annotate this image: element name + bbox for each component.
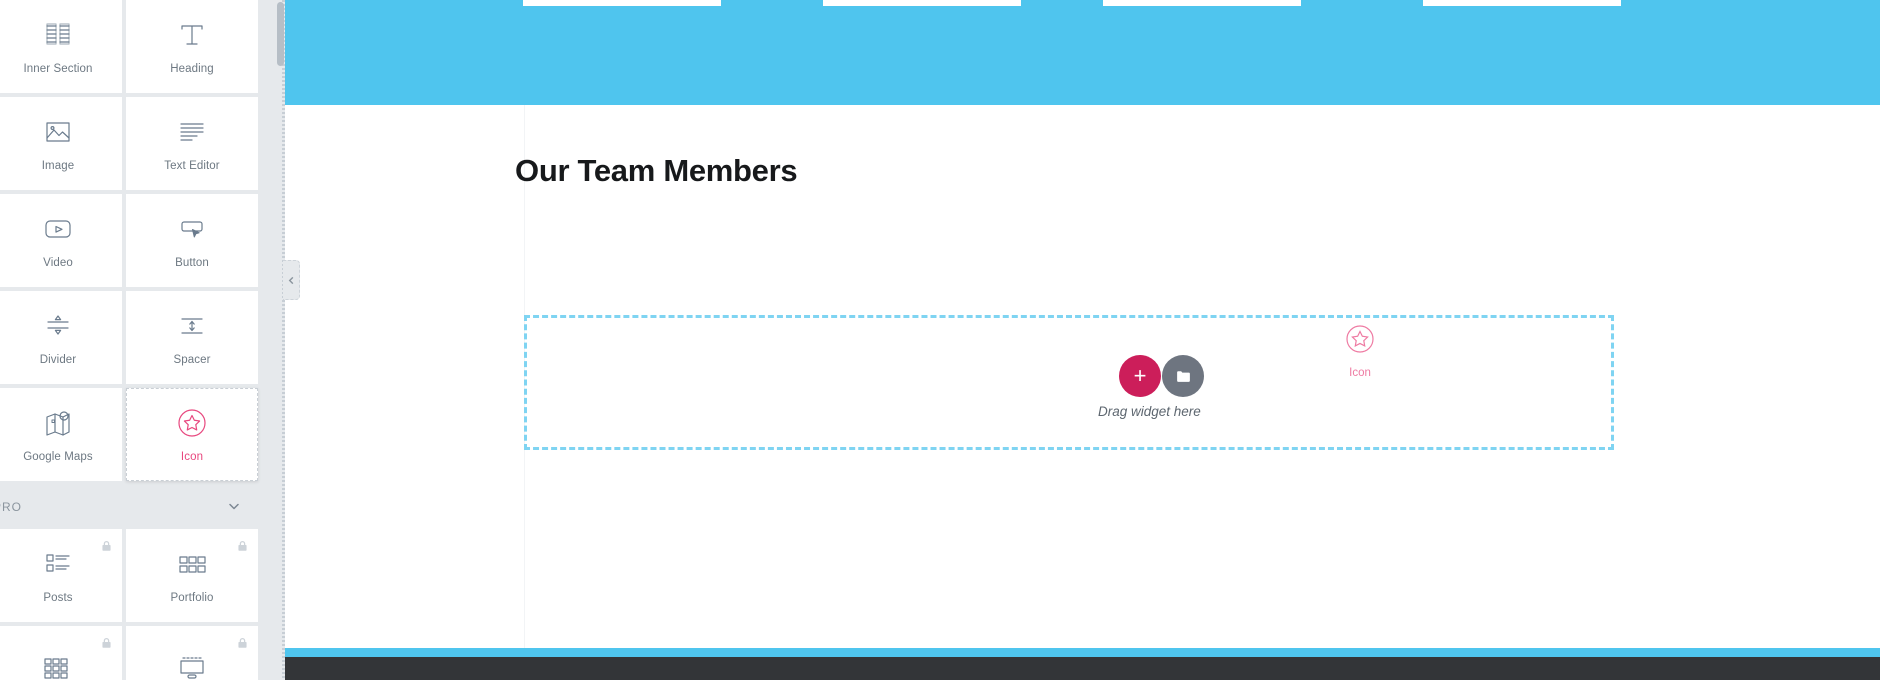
hero-bar-3: [1103, 0, 1301, 6]
portfolio-icon: [175, 547, 209, 581]
widget-slides[interactable]: [126, 626, 258, 680]
image-icon: [41, 115, 75, 149]
inner-section-icon: [41, 18, 75, 52]
add-template-button[interactable]: [1162, 355, 1204, 397]
widget-video[interactable]: Video: [0, 194, 122, 287]
footer-bar: [285, 657, 1880, 680]
posts-icon: [41, 547, 75, 581]
widget-label: Posts: [43, 591, 73, 604]
widget-row: Posts Portfolio: [0, 529, 285, 626]
widget-image[interactable]: Image: [0, 97, 122, 190]
dropzone-buttons: +: [1119, 355, 1204, 397]
pro-lock-icon: [236, 636, 249, 650]
footer-accent-strip: [285, 648, 1880, 657]
lock-icon: [102, 540, 111, 551]
widget-label: Portfolio: [170, 591, 214, 604]
widget-grid: Inner Section Heading Image Text Editor Vide…: [0, 0, 285, 680]
slides-icon: [175, 650, 209, 680]
widget-icon[interactable]: Icon: [126, 388, 258, 481]
widget-label: Inner Section: [23, 62, 93, 75]
widget-row: Divider Spacer: [0, 291, 285, 388]
widget-spacer[interactable]: Spacer: [126, 291, 258, 384]
page-title[interactable]: Our Team Members: [515, 153, 798, 189]
widget-row: [0, 626, 285, 680]
hero-section[interactable]: [285, 0, 1880, 105]
widget-label: Divider: [39, 353, 77, 366]
pro-lock-icon: [236, 539, 249, 553]
page-content-section: Our Team Members + Drag widget here Icon: [285, 105, 1880, 648]
widget-heading[interactable]: Heading: [126, 0, 258, 93]
widget-label: Heading: [170, 62, 214, 75]
preview-canvas: Our Team Members + Drag widget here Icon: [285, 0, 1880, 680]
widget-label: Image: [41, 159, 75, 172]
pro-section-title: PRO: [0, 500, 23, 514]
google-maps-icon: [41, 406, 75, 440]
widget-row: Google Maps Icon: [0, 388, 285, 485]
widget-row: Image Text Editor: [0, 97, 285, 194]
widget-divider[interactable]: Divider: [0, 291, 122, 384]
chevron-left-icon: [288, 276, 293, 284]
widget-label: Button: [175, 256, 209, 269]
pro-lock-icon: [100, 636, 113, 650]
spacer-icon: [175, 309, 209, 343]
widget-button[interactable]: Button: [126, 194, 258, 287]
widget-label: Spacer: [173, 353, 211, 366]
text-editor-icon: [175, 115, 209, 149]
lock-icon: [238, 637, 247, 648]
button-icon: [175, 212, 209, 246]
widget-label: Text Editor: [164, 159, 220, 172]
folder-icon: [1176, 370, 1190, 382]
hero-bar-4: [1423, 0, 1621, 6]
heading-icon: [175, 18, 209, 52]
widget-google-maps[interactable]: Google Maps: [0, 388, 122, 481]
widget-label: Icon: [180, 450, 204, 463]
widget-portfolio[interactable]: Portfolio: [126, 529, 258, 622]
widget-text-editor[interactable]: Text Editor: [126, 97, 258, 190]
widget-label: Google Maps: [23, 450, 93, 463]
hero-bar-1: [523, 0, 721, 6]
star-circle-icon: [175, 406, 209, 440]
video-icon: [41, 212, 75, 246]
widget-panel: Inner Section Heading Image Text Editor Vide…: [0, 0, 285, 680]
hero-bar-2: [823, 0, 1021, 6]
add-widget-label: +: [1133, 363, 1147, 388]
gallery-icon: [41, 650, 75, 680]
widget-row: Video Button: [0, 194, 285, 291]
widget-row: Inner Section Heading: [0, 0, 285, 97]
lock-icon: [238, 540, 247, 551]
panel-scrollbar-thumb[interactable]: [277, 2, 284, 66]
widget-gallery[interactable]: [0, 626, 122, 680]
widget-posts[interactable]: Posts: [0, 529, 122, 622]
elementor-editor-root: Inner Section Heading Image Text Editor Vide…: [0, 0, 1880, 680]
widget-label: Video: [43, 256, 73, 269]
lock-icon: [102, 637, 111, 648]
chevron-down-icon[interactable]: [227, 499, 241, 513]
divider-icon: [41, 309, 75, 343]
pro-lock-icon: [100, 539, 113, 553]
widget-inner-section[interactable]: Inner Section: [0, 0, 122, 93]
collapse-panel-handle[interactable]: [283, 260, 300, 300]
panel-scrollbar[interactable]: [277, 0, 284, 680]
pro-section-header[interactable]: PRO: [0, 485, 285, 529]
widget-dropzone[interactable]: + Drag widget here: [524, 315, 1614, 450]
add-widget-button[interactable]: +: [1119, 355, 1161, 397]
dropzone-hint: Drag widget here: [1098, 404, 1201, 419]
